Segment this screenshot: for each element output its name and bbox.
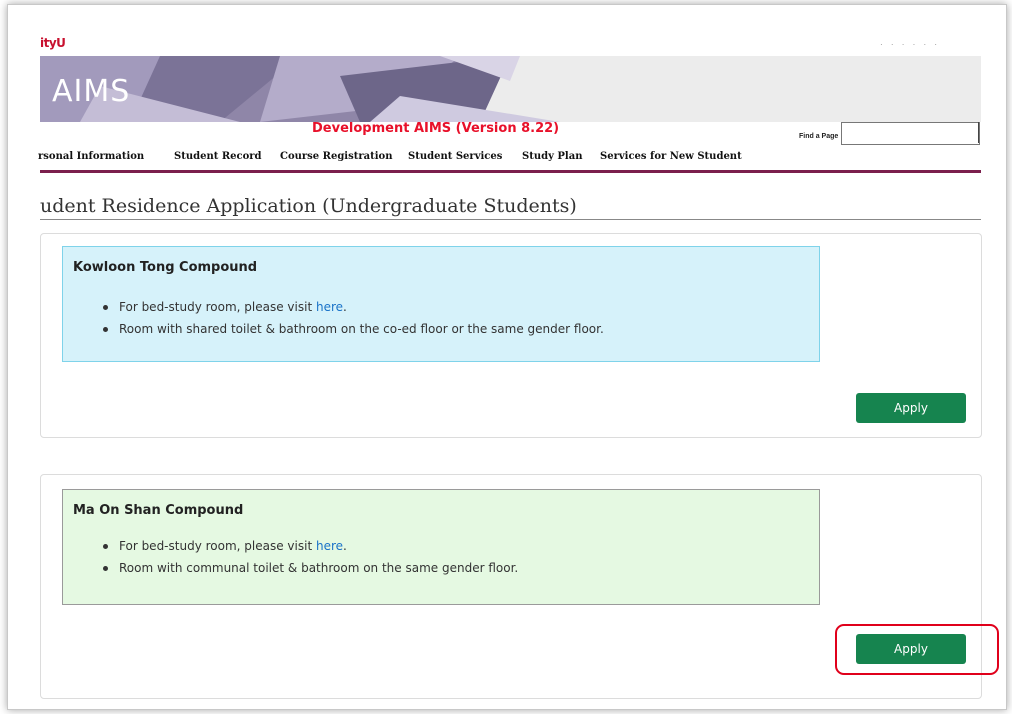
ma-on-shan-info-box: Ma On Shan Compound For bed-study room, … (62, 489, 820, 605)
ma-on-shan-bullet-2: Room with communal toilet & bathroom on … (103, 561, 519, 575)
nav-services-new-student[interactable]: Services for New Student (600, 151, 742, 162)
kowloon-tong-apply-button[interactable]: Apply (856, 393, 966, 423)
bullet-suffix: . (343, 300, 347, 314)
apply-highlight-box (835, 624, 999, 675)
find-page-input[interactable] (841, 122, 980, 145)
kowloon-tong-heading: Kowloon Tong Compound (73, 260, 258, 275)
page-title: udent Residence Application (Undergradua… (40, 195, 577, 217)
cityu-logo: ityU (40, 36, 66, 50)
bullet-dot (103, 566, 108, 571)
bullet-dot (103, 544, 108, 549)
ma-on-shan-bullet-1: For bed-study room, please visit here. (103, 539, 347, 553)
nav-course-registration[interactable]: Course Registration (280, 151, 392, 162)
kowloon-tong-info-box: Kowloon Tong Compound For bed-study room… (62, 246, 820, 362)
dev-version-title: Development AIMS (Version 8.22) (312, 121, 560, 136)
ma-on-shan-heading: Ma On Shan Compound (73, 503, 244, 518)
find-page-label: Find a Page (799, 133, 839, 140)
kowloon-tong-bullet-2: Room with shared toilet & bathroom on th… (103, 322, 604, 336)
main-nav: rsonal Information Student Record Course… (38, 144, 981, 173)
header-top-links: · · · · · · (880, 40, 941, 49)
ma-on-shan-here-link[interactable]: here (316, 539, 343, 553)
nav-student-record[interactable]: Student Record (174, 151, 262, 162)
aims-title: AIMS (52, 74, 131, 109)
bullet-dot (103, 327, 108, 332)
bullet-dot (103, 305, 108, 310)
aims-banner (40, 56, 981, 122)
bullet-text: For bed-study room, please visit (119, 300, 316, 314)
nav-study-plan[interactable]: Study Plan (522, 151, 582, 162)
find-page-button[interactable] (978, 122, 982, 143)
kowloon-tong-here-link[interactable]: here (316, 300, 343, 314)
title-divider (40, 219, 981, 220)
bullet-text: Room with shared toilet & bathroom on th… (119, 322, 604, 336)
nav-student-services[interactable]: Student Services (408, 151, 502, 162)
kowloon-tong-bullet-1: For bed-study room, please visit here. (103, 300, 347, 314)
bullet-suffix: . (343, 539, 347, 553)
bullet-text: Room with communal toilet & bathroom on … (119, 561, 519, 575)
nav-personal-information[interactable]: rsonal Information (38, 151, 144, 162)
bullet-text: For bed-study room, please visit (119, 539, 316, 553)
